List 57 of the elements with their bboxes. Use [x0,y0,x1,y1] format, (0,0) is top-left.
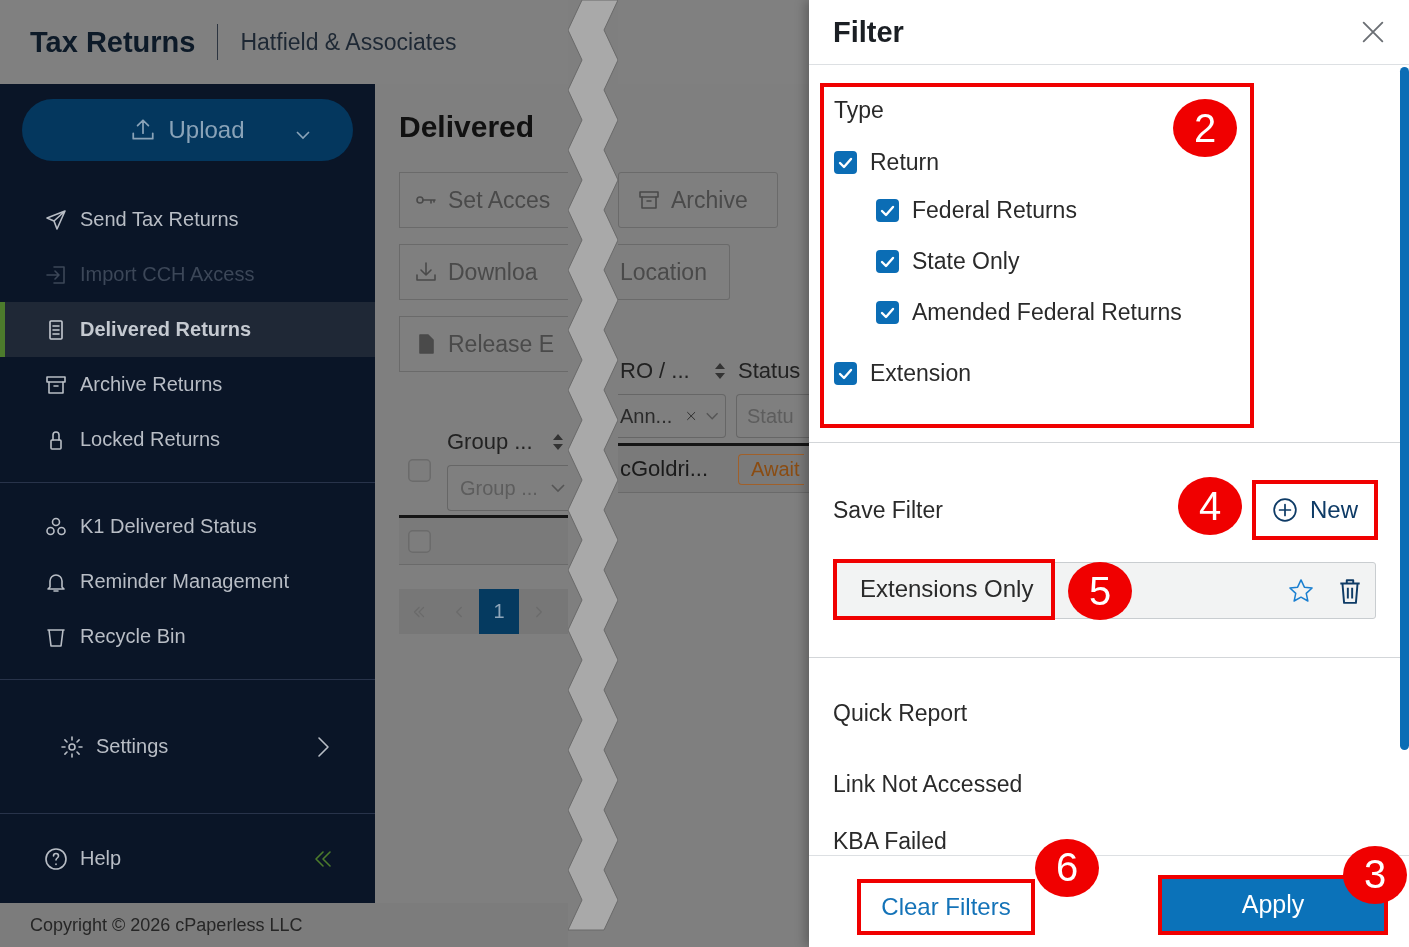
annotation-badge: 3 [1343,845,1407,904]
status-tag: Await [738,453,804,485]
sidebar-item[interactable]: Delivered Returns [0,302,375,357]
help-icon [44,846,68,871]
sidebar-item[interactable]: Send Tax Returns [0,192,375,247]
filter-select[interactable]: Ann... [618,394,726,438]
column-header: Group ... [447,429,533,455]
upload-icon [130,117,157,143]
annotation-badge: 2 [1173,99,1237,157]
section-title: Save Filter [833,496,943,524]
column-header: RO / ... [620,358,690,384]
help-item[interactable]: Help [0,814,375,903]
table-cell-text: cGoldri... [619,456,710,482]
checkbox[interactable] [834,362,857,385]
quick-report-item[interactable]: Link Not Accessed [833,771,1376,798]
section-title: Type [834,96,885,125]
firm-name: Hatfield & Associates [240,28,457,56]
plus-circle-icon [1272,497,1298,523]
checkbox[interactable] [834,150,857,174]
clear-filters-button[interactable]: Clear Filters [857,878,1035,935]
sidebar-item[interactable]: Locked Returns [0,412,375,467]
checkbox-option[interactable]: Amended Federal Returns [834,287,1250,338]
sort-icon[interactable] [714,362,726,380]
sidebar-item[interactable]: Recycle Bin [0,609,375,664]
new-filter-button[interactable]: New [1252,480,1378,540]
checkbox[interactable] [876,301,899,324]
column-header: Status [738,358,801,384]
star-icon[interactable] [1287,576,1315,605]
paper-plane-icon [44,207,68,232]
scrollbar[interactable] [1400,67,1409,750]
gear-icon [60,734,84,759]
upload-button[interactable]: Upload [22,99,353,161]
sort-icon[interactable] [552,433,564,451]
section-title: Quick Report [833,700,969,727]
saved-filter-name[interactable]: Extensions Only [833,558,1056,620]
checkbox-option[interactable]: State Only [834,236,1250,287]
copyright-text: Copyright © 2026 cPaperless LLC [30,914,303,936]
sidebar-item[interactable]: Archive Returns [0,357,375,412]
archive-box-icon [637,188,661,212]
checkbox-option[interactable]: Extension [834,348,1250,399]
trash-icon[interactable] [1337,576,1363,605]
checkbox[interactable] [876,199,899,222]
table-row[interactable]: cGoldri... Await [618,446,809,493]
panel-title: Filter [833,15,904,49]
annotation-badge: 5 [1068,562,1132,620]
page-title: Delivered [399,110,536,144]
sidebar-item[interactable]: K1 Delivered Status [0,499,375,554]
checkbox[interactable] [876,250,899,273]
annotation-badge: 4 [1178,477,1242,535]
saved-filter-row[interactable]: Extensions Only 5 [833,562,1376,619]
sidebar-item[interactable]: Reminder Management [0,554,375,609]
settings-item[interactable]: Settings [0,680,375,814]
page-button[interactable]: 1 [479,589,519,634]
app-title: Tax Returns [30,25,196,59]
download-icon [414,260,438,284]
annotation-badge: 6 [1035,838,1099,897]
checkbox-option[interactable]: Federal Returns [834,185,1250,236]
